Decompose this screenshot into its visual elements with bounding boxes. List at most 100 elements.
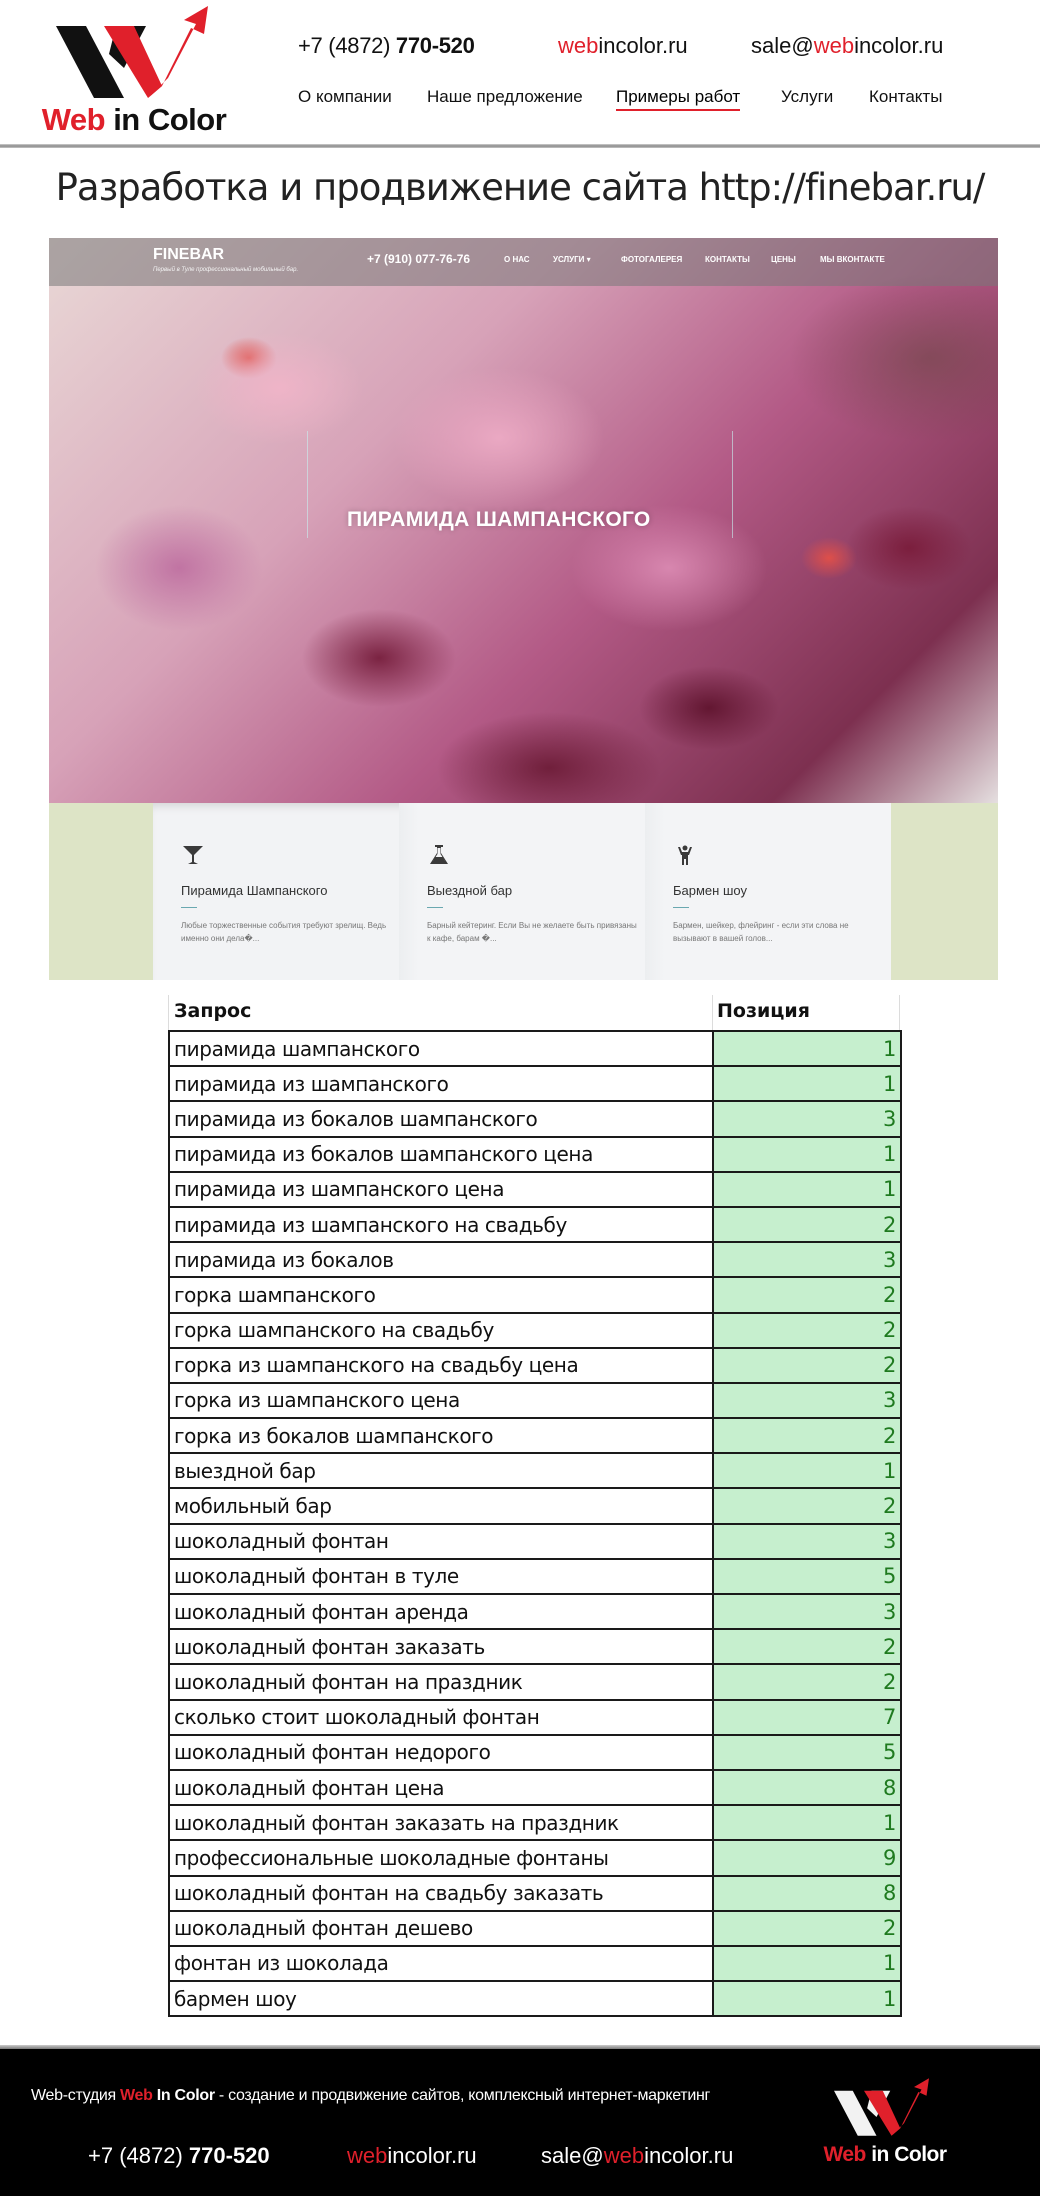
footer-tagline-brand-red: Web — [120, 2087, 153, 2104]
table-row: шоколадный фонтан заказать на праздник 1 — [168, 1804, 902, 1842]
service-card: Пирамида Шампанского Любые торжественные… — [153, 803, 399, 980]
brand-logo[interactable]: Web in Color — [34, 6, 234, 138]
logo-w-arrow-icon — [56, 6, 208, 98]
grid-line — [899, 995, 900, 1030]
table-row: пирамида из бокалов 3 — [168, 1241, 902, 1279]
query-cell: пирамида из бокалов шампанского цена — [168, 1135, 714, 1173]
finebar-nav-services: УСЛУГИ ▾ — [553, 255, 591, 264]
card-title: Выездной бар — [427, 883, 513, 898]
nav-item-offer[interactable]: Наше предложение — [427, 87, 583, 107]
logo-text-web: Web — [41, 102, 106, 137]
position-cell: 9 — [712, 1839, 902, 1877]
table-row: пирамида шампанского 1 — [168, 1029, 902, 1068]
card-title: Бармен шоу — [673, 883, 747, 898]
phone-number: 770-520 — [395, 33, 475, 58]
query-cell: шоколадный фонтан цена — [168, 1768, 714, 1807]
query-cell: горка из шампанского цена — [168, 1381, 714, 1420]
query-cell: горка шампанского на свадьбу — [168, 1311, 714, 1349]
query-cell: мобильный бар — [168, 1487, 714, 1525]
table-header: Запрос Позиция — [168, 995, 900, 1030]
phone-prefix: +7 (4872) — [298, 33, 396, 58]
position-cell: 1 — [712, 1804, 902, 1842]
table-row: шоколадный фонтан на праздник 2 — [168, 1663, 902, 1701]
site-footer: Web-студия Web In Color - создание и про… — [0, 2049, 1040, 2196]
portfolio-site-screenshot: FINEBAR Первый в Туле профессиональный м… — [49, 238, 998, 980]
query-cell: пирамида из шампанского — [168, 1065, 714, 1103]
position-cell: 3 — [712, 1100, 902, 1138]
site-rest-part: incolor.ru — [598, 33, 688, 58]
table-row: пирамида из шампанского цена 1 — [168, 1170, 902, 1208]
query-cell: шоколадный фонтан заказать на праздник — [168, 1804, 714, 1842]
footer-email-prefix: sale@ — [541, 2143, 604, 2168]
query-cell: пирамида из бокалов — [168, 1241, 714, 1279]
nav-item-contacts[interactable]: Контакты — [869, 87, 942, 107]
footer-email-link[interactable]: sale@webincolor.ru — [541, 2143, 733, 2169]
header-email-link[interactable]: sale@webincolor.ru — [751, 33, 943, 59]
column-header-query: Запрос — [174, 1000, 252, 1022]
service-cards: Пирамида Шампанского Любые торжественные… — [153, 803, 891, 980]
footer-logo-web: Web — [823, 2143, 866, 2166]
position-cell: 7 — [712, 1698, 902, 1736]
nav-item-about[interactable]: О компании — [298, 87, 392, 107]
finebar-nav-about: О НАС — [504, 255, 530, 264]
finebar-nav-contacts: КОНТАКТЫ — [705, 255, 750, 264]
query-cell: сколько стоит шоколадный фонтан — [168, 1698, 714, 1736]
position-cell: 1 — [712, 1065, 902, 1103]
position-cell: 2 — [712, 1346, 902, 1384]
table-row: шоколадный фонтан в туле 5 — [168, 1557, 902, 1596]
query-cell: горка шампанского — [168, 1276, 714, 1314]
grid-line — [712, 995, 713, 1030]
query-cell: пирамида из бокалов шампанского — [168, 1100, 714, 1138]
position-cell: 2 — [712, 1417, 902, 1455]
finebar-nav-vk: МЫ ВКОНТАКТЕ — [820, 255, 885, 264]
footer-site-link[interactable]: webincolor.ru — [347, 2143, 477, 2169]
table-row: пирамида из шампанского на свадьбу 2 — [168, 1205, 902, 1244]
site-header: Web in Color +7 (4872) 770-520 webincolo… — [0, 0, 1040, 146]
position-cell: 8 — [712, 1874, 902, 1912]
header-phone[interactable]: +7 (4872) 770-520 — [298, 33, 475, 59]
position-cell: 1 — [712, 1944, 902, 1983]
query-cell: шоколадный фонтан на свадьбу заказать — [168, 1874, 714, 1912]
header-divider — [0, 144, 1040, 148]
finebar-nav-gallery: ФОТОГАЛЕРЕЯ — [621, 255, 683, 264]
nav-item-services[interactable]: Услуги — [781, 87, 833, 107]
table-row: шоколадный фонтан на свадьбу заказать 8 — [168, 1874, 902, 1912]
email-prefix: sale@ — [751, 33, 814, 58]
nav-item-portfolio[interactable]: Примеры работ — [616, 87, 741, 111]
table-row: горка из шампанского цена 3 — [168, 1381, 902, 1420]
position-cell: 8 — [712, 1768, 902, 1807]
email-red-part: web — [813, 33, 855, 58]
query-cell: пирамида шампанского — [168, 1029, 714, 1068]
position-cell: 3 — [712, 1592, 902, 1631]
card-text: Любые торжественные события требуют зрел… — [181, 921, 387, 943]
position-cell: 3 — [712, 1522, 902, 1560]
grid-line — [168, 995, 169, 1030]
logo-text: Web in Color — [34, 102, 234, 138]
hero-heading: ПИРАМИДА ШАМПАНСКОГО — [347, 508, 651, 531]
table-row: бармен шоу 1 — [168, 1980, 902, 2018]
position-cell: 1 — [712, 1029, 902, 1068]
table-row: горка из шампанского на свадьбу цена 2 — [168, 1346, 902, 1384]
header-site-link[interactable]: webincolor.ru — [558, 33, 688, 59]
footer-logo[interactable]: Web in Color — [820, 2073, 950, 2183]
query-cell: выездной бар — [168, 1452, 714, 1490]
flask-icon — [430, 845, 448, 864]
footer-phone[interactable]: +7 (4872) 770-520 — [88, 2143, 270, 2169]
table-row: горка шампанского на свадьбу 2 — [168, 1311, 902, 1349]
table-row: сколько стоит шоколадный фонтан 7 — [168, 1698, 902, 1736]
position-cell: 1 — [712, 1135, 902, 1173]
query-cell: горка из шампанского на свадьбу цена — [168, 1346, 714, 1384]
site-red-part: web — [558, 33, 599, 58]
page-title: Разработка и продвижение сайта http://fi… — [55, 166, 986, 209]
query-cell: шоколадный фонтан в туле — [168, 1557, 714, 1596]
footer-email-red: web — [603, 2143, 645, 2168]
position-cell: 1 — [712, 1170, 902, 1208]
position-cell: 2 — [712, 1909, 902, 1947]
footer-logo-w-arrow-icon — [834, 2078, 929, 2136]
card-divider — [673, 907, 689, 908]
position-cell: 2 — [712, 1628, 902, 1666]
query-cell: фонтан из шоколада — [168, 1944, 714, 1983]
table-row: шоколадный фонтан дешево 2 — [168, 1909, 902, 1947]
footer-site-red: web — [347, 2143, 388, 2168]
column-header-position: Позиция — [717, 1000, 810, 1022]
